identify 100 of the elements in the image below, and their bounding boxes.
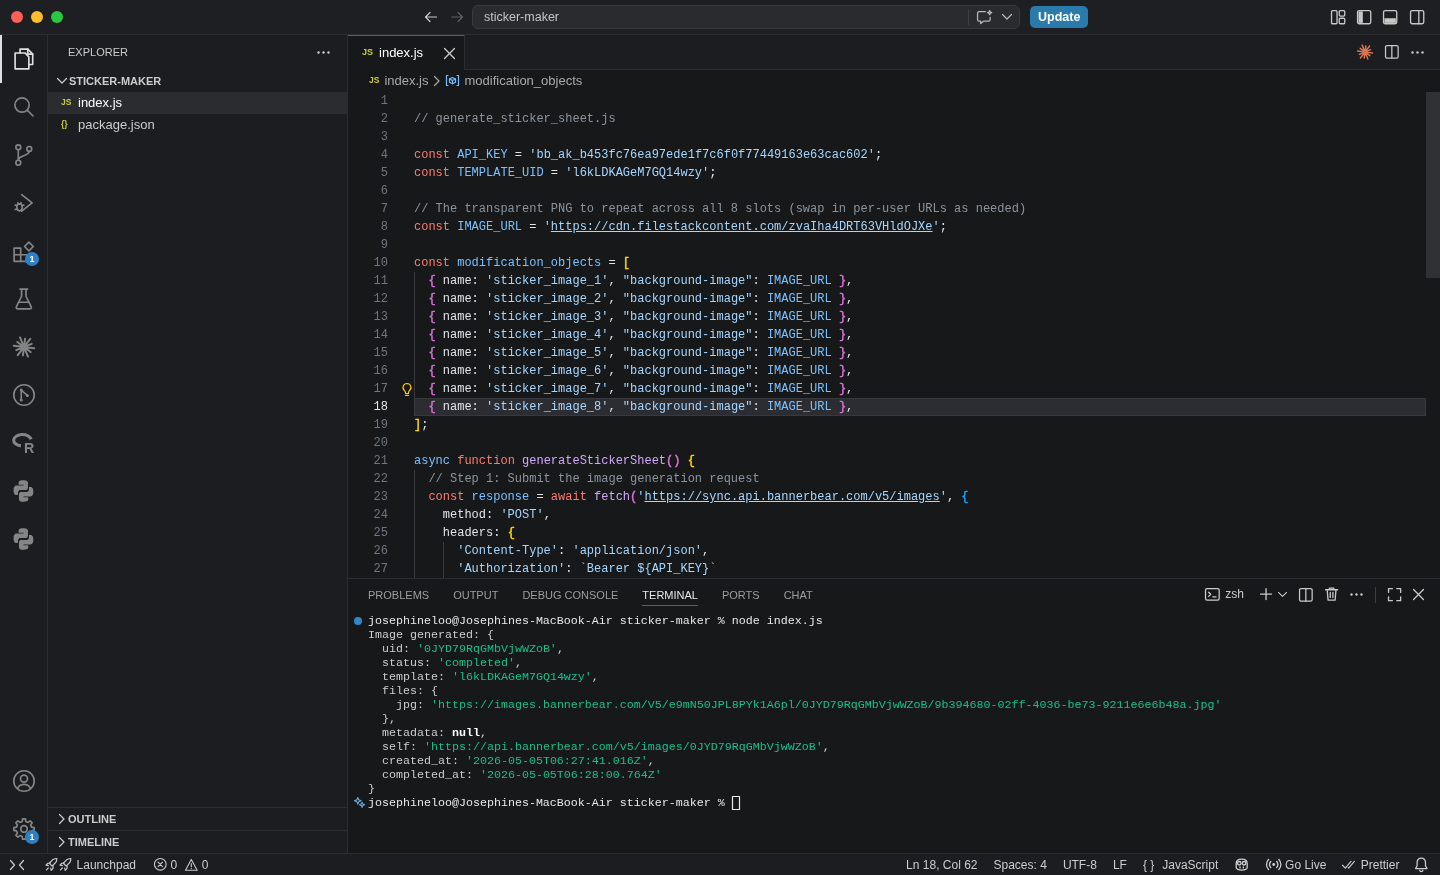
graph-circle-icon[interactable] xyxy=(12,384,35,406)
panel-tab[interactable]: PORTS xyxy=(721,583,760,606)
bracketed-cube-icon xyxy=(446,75,460,87)
command-center-field[interactable]: sticker-maker xyxy=(472,5,1020,29)
line-number: 2 xyxy=(379,111,388,128)
folder-header[interactable]: STICKER-MAKER xyxy=(48,70,347,92)
more-icon[interactable] xyxy=(1349,593,1363,596)
active-indicator xyxy=(0,35,2,83)
url-link[interactable]: https://cdn.filestackcontent.com/zvaIha4DRT63VHldOJXe xyxy=(550,220,933,234)
warning-icon[interactable] xyxy=(185,858,198,871)
window-minimize-button[interactable] xyxy=(31,11,43,23)
split-editor-icon[interactable] xyxy=(1385,45,1399,59)
play-bug-icon[interactable] xyxy=(13,193,34,213)
chevron-down-icon[interactable] xyxy=(1002,14,1012,20)
search-icon[interactable] xyxy=(13,97,34,117)
terminal-line: josephineloo@Josephines-MacBook-Air sticker-maker % xyxy=(368,796,725,810)
flask-icon[interactable] xyxy=(14,288,33,310)
file-type-label: JS xyxy=(61,97,73,109)
line-number: 25 xyxy=(372,525,388,542)
sparkle-icon[interactable] xyxy=(354,797,366,809)
code-line: const API_KEY = 'bb_ak_b453fc76ea97ede1f7c6f0f77449163e63cac602'; xyxy=(414,147,884,164)
panel-tab[interactable]: PROBLEMS xyxy=(368,583,430,606)
bottom-panel-icon[interactable] xyxy=(1383,9,1398,25)
arrow-left-icon[interactable] xyxy=(425,12,437,22)
line-number: 17 xyxy=(372,381,388,398)
chevron-right-icon[interactable] xyxy=(59,837,65,847)
file-item[interactable]: JS index.js xyxy=(48,92,347,114)
split-terminal-icon[interactable] xyxy=(1298,587,1313,602)
starburst-icon[interactable] xyxy=(12,336,35,358)
more-icon[interactable] xyxy=(1411,50,1424,54)
files-icon[interactable] xyxy=(13,48,34,70)
file-type-label: {} xyxy=(61,119,69,131)
chevron-right-icon xyxy=(434,76,441,86)
line-number: 24 xyxy=(372,507,388,524)
section-header[interactable]: OUTLINE xyxy=(48,807,347,830)
status-item[interactable]: UTF-8 xyxy=(1062,854,1097,875)
line-number: 7 xyxy=(379,201,388,218)
layout-icon[interactable] xyxy=(1330,9,1346,25)
plus-icon[interactable] xyxy=(1259,588,1272,601)
terminal-line: uid: '0JYD79RqGMbVjwWZoB', xyxy=(381,642,564,656)
error-icon[interactable] xyxy=(154,858,167,871)
angle-brackets-icon[interactable] xyxy=(10,859,24,870)
status-item[interactable]: Prettier xyxy=(1342,854,1400,875)
account-icon[interactable] xyxy=(12,770,35,792)
panel-tab[interactable]: DEBUG CONSOLE xyxy=(522,583,619,606)
maximize-icon[interactable] xyxy=(1387,587,1401,602)
right-sidebar-icon[interactable] xyxy=(1409,9,1424,25)
url-link[interactable]: https://sync.api.bannerbear.com/v5/images xyxy=(644,490,940,504)
more-icon[interactable] xyxy=(317,51,330,54)
code-line: async function generateStickerSheet() { xyxy=(414,453,696,470)
close-icon[interactable] xyxy=(444,47,455,59)
breadcrumb-item[interactable]: modification_objects xyxy=(446,72,583,90)
terminal-line: completed_at: '2026-05-05T06:28:00.764Z' xyxy=(381,768,662,782)
branch-icon[interactable] xyxy=(14,144,33,166)
code-line: // Step 1: Submit the image generation request xyxy=(414,470,1426,488)
status-item[interactable]: Ln 18, Col 62 xyxy=(906,854,978,875)
trash-icon[interactable] xyxy=(1324,587,1338,602)
robot-face-icon[interactable] xyxy=(1234,857,1250,872)
extensions-icon[interactable] xyxy=(13,240,34,262)
line-number: 13 xyxy=(372,309,388,326)
rocket-icon xyxy=(45,857,59,872)
error-count[interactable]: 0 xyxy=(170,854,178,875)
bell-icon[interactable] xyxy=(1415,857,1428,872)
file-item[interactable]: {} package.json xyxy=(48,114,347,136)
scrollbar-thumb[interactable] xyxy=(1426,92,1440,278)
chevron-down-icon[interactable] xyxy=(1277,591,1287,598)
update-button[interactable]: Update xyxy=(1030,6,1089,28)
editor-tab[interactable]: JS index.js xyxy=(348,35,465,70)
lightbulb-icon[interactable] xyxy=(403,382,411,396)
status-item[interactable]: Launchpad xyxy=(45,854,136,875)
status-item[interactable]: LF xyxy=(1112,854,1127,875)
chat-sparkle-icon[interactable] xyxy=(977,9,993,25)
starburst-icon[interactable] xyxy=(1357,44,1374,60)
status-item[interactable]: Spaces: 4 xyxy=(993,854,1047,875)
notification-badge: 1 xyxy=(25,830,39,844)
chevron-down-icon[interactable] xyxy=(57,78,67,84)
status-item[interactable]: Go Live xyxy=(1265,854,1327,875)
chevron-right-icon[interactable] xyxy=(59,814,65,824)
status-item[interactable]: { } JavaScript xyxy=(1142,854,1219,875)
python-icon[interactable] xyxy=(13,528,34,550)
window-zoom-button[interactable] xyxy=(51,11,63,23)
close-icon[interactable] xyxy=(1413,589,1424,600)
r-logo[interactable]: R xyxy=(11,432,36,454)
rocket-icon xyxy=(59,857,73,872)
left-sidebar-icon[interactable] xyxy=(1357,9,1372,25)
window-close-button[interactable] xyxy=(11,11,23,23)
python-icon[interactable] xyxy=(13,480,34,502)
status-dot-icon[interactable] xyxy=(354,617,362,625)
panel-tab[interactable]: CHAT xyxy=(783,583,813,606)
sidebar-title: EXPLORER xyxy=(68,45,128,60)
terminal-line: template: 'l6kLDKAGeM7GQ14wzy', xyxy=(381,670,599,684)
breadcrumb-item[interactable]: JS index.js xyxy=(369,72,429,90)
line-number: 27 xyxy=(372,561,388,578)
panel-tab[interactable]: TERMINAL xyxy=(642,583,698,606)
terminal-line: files: { xyxy=(381,684,438,698)
code-line: { name: 'sticker_image_3', "background-image": IMAGE_URL }, xyxy=(414,308,1426,326)
panel-tab[interactable]: OUTPUT xyxy=(453,583,499,606)
terminal-selector[interactable]: zsh xyxy=(1205,586,1244,603)
settings-icon[interactable] xyxy=(12,818,35,840)
warning-count[interactable]: 0 xyxy=(201,854,209,875)
